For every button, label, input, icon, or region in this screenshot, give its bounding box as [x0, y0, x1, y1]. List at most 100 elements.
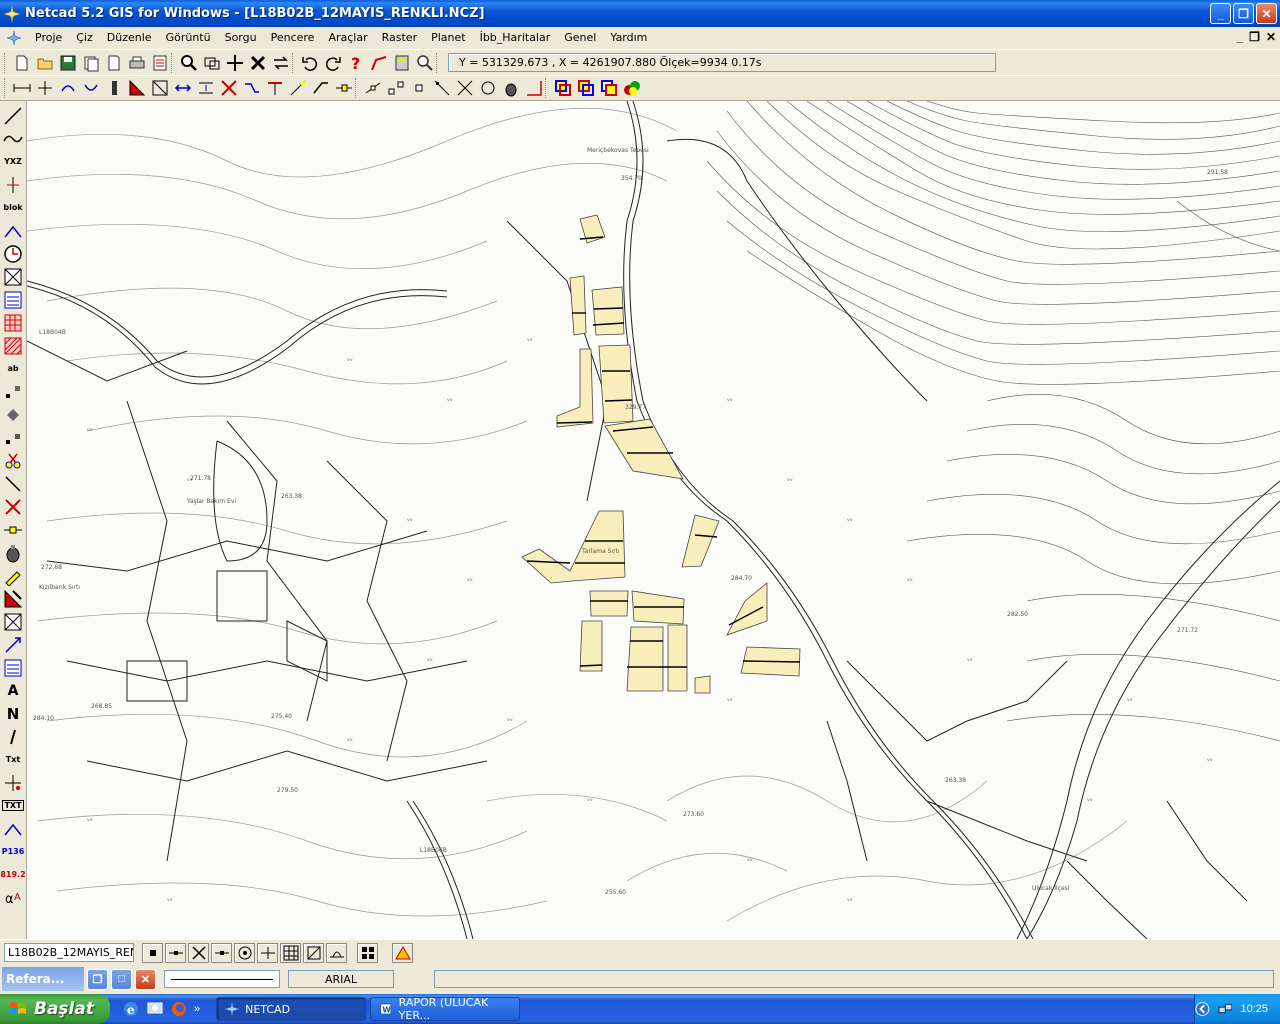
- snap2-button[interactable]: [384, 77, 407, 99]
- redo-button[interactable]: [321, 52, 344, 74]
- txt-box-button[interactable]: TXT: [1, 794, 25, 817]
- save-as-button[interactable]: [79, 52, 102, 74]
- point-tool-button[interactable]: [332, 77, 355, 99]
- back-arrow-icon[interactable]: [1195, 1001, 1210, 1017]
- toolbar-grip[interactable]: [171, 52, 174, 73]
- minimize-button[interactable]: _: [1210, 3, 1231, 24]
- snap-mid-button[interactable]: [211, 942, 232, 963]
- save-button[interactable]: [56, 52, 79, 74]
- mdi-close-button[interactable]: ✕: [1266, 30, 1276, 44]
- txt-small-button[interactable]: Txt: [1, 748, 25, 771]
- warning-button[interactable]: [392, 942, 413, 963]
- snap-left-button[interactable]: [1, 380, 25, 403]
- slash-button[interactable]: [1, 725, 25, 748]
- curve-draw-button[interactable]: [1, 127, 25, 150]
- arc-tool-button[interactable]: [56, 77, 79, 99]
- toolbar-grip[interactable]: [436, 52, 439, 73]
- active-layer-field[interactable]: L18B02B_12MAYIS_RENK: [4, 943, 134, 962]
- menu-genel[interactable]: Genel: [557, 31, 603, 44]
- bomb-button[interactable]: [1, 541, 25, 564]
- point-button[interactable]: [1, 173, 25, 196]
- line-tool-button[interactable]: [10, 77, 33, 99]
- diamond-button[interactable]: [1, 403, 25, 426]
- zoom-window-button[interactable]: [200, 52, 223, 74]
- line-draw-button[interactable]: [1, 104, 25, 127]
- trim-tool-button[interactable]: [263, 77, 286, 99]
- fill-red-button[interactable]: [1, 587, 25, 610]
- menu-ciz[interactable]: Çiz: [69, 31, 100, 44]
- task-netcad[interactable]: NETCAD: [216, 997, 367, 1021]
- corner-button[interactable]: [1, 426, 25, 449]
- ab-button[interactable]: ab: [1, 357, 25, 380]
- internet-explorer-icon[interactable]: e: [122, 1000, 140, 1018]
- zoom-button[interactable]: [177, 52, 200, 74]
- text-a-button[interactable]: A: [1, 679, 25, 702]
- north-button[interactable]: N: [1, 702, 25, 725]
- snap-point-button[interactable]: [142, 942, 163, 963]
- extend-tool-button[interactable]: [286, 77, 309, 99]
- snap5-button[interactable]: [453, 77, 476, 99]
- arc2-tool-button[interactable]: [79, 77, 102, 99]
- polyline-button[interactable]: [367, 52, 390, 74]
- windows-button[interactable]: [357, 942, 378, 963]
- scale-button[interactable]: [1, 633, 25, 656]
- bar-tool-button[interactable]: [102, 77, 125, 99]
- point-on-line-button[interactable]: [1, 518, 25, 541]
- menu-raster[interactable]: Raster: [375, 31, 424, 44]
- snap-line-button[interactable]: [165, 942, 186, 963]
- hatch-button[interactable]: [1, 334, 25, 357]
- snap-cross-button[interactable]: [188, 942, 209, 963]
- mdi-restore-button[interactable]: ❐: [1249, 30, 1260, 44]
- clock[interactable]: 10:25: [1240, 1003, 1268, 1015]
- font-select[interactable]: ARIAL: [288, 970, 394, 988]
- toolbar-grip[interactable]: [355, 78, 358, 98]
- snap3-button[interactable]: [407, 77, 430, 99]
- snap4-button[interactable]: [430, 77, 453, 99]
- menu-proje[interactable]: Proje: [28, 31, 69, 44]
- clock-button[interactable]: [1, 242, 25, 265]
- help-button[interactable]: ?: [344, 52, 367, 74]
- p819-button[interactable]: 819.2: [0, 863, 25, 886]
- toolbar-grip[interactable]: [4, 78, 7, 98]
- mdi-minimize-button[interactable]: _: [1236, 30, 1243, 44]
- dock-restore-button[interactable]: ❐: [87, 968, 108, 990]
- menu-sorgu[interactable]: Sorgu: [218, 31, 264, 44]
- node-down-button[interactable]: [1, 817, 25, 840]
- arrange-button[interactable]: [269, 52, 292, 74]
- task-rapor[interactable]: W RAPOR (ULUCAK YER...: [370, 996, 521, 1022]
- network-icon[interactable]: [1218, 1001, 1233, 1017]
- print-preview-button[interactable]: [102, 52, 125, 74]
- close-button[interactable]: ✕: [1256, 3, 1277, 24]
- dock-maximize-button[interactable]: □: [111, 968, 132, 990]
- ortho-button[interactable]: [303, 942, 324, 963]
- layer1-button[interactable]: [551, 77, 574, 99]
- layer3-button[interactable]: [597, 77, 620, 99]
- menu-araclar[interactable]: Araçlar: [321, 31, 374, 44]
- document-icon[interactable]: [6, 30, 22, 46]
- text-block-button[interactable]: [1, 288, 25, 311]
- p136-button[interactable]: P136: [1, 840, 25, 863]
- toolbar-grip[interactable]: [545, 78, 548, 98]
- menu-pencere[interactable]: Pencere: [264, 31, 322, 44]
- snap8-button[interactable]: [522, 77, 545, 99]
- print-button[interactable]: [125, 52, 148, 74]
- fill-tool-button[interactable]: [125, 77, 148, 99]
- box-tool-button[interactable]: [148, 77, 171, 99]
- new-file-button[interactable]: [10, 52, 33, 74]
- tangent-button[interactable]: [326, 942, 347, 963]
- toolbar-grip[interactable]: [292, 52, 295, 73]
- snap1-button[interactable]: [361, 77, 384, 99]
- maximize-button[interactable]: ❐: [1233, 3, 1254, 24]
- erase-line-button[interactable]: [1, 495, 25, 518]
- snap-perp-button[interactable]: [257, 942, 278, 963]
- toolbar-grip[interactable]: [4, 52, 7, 73]
- undo-button[interactable]: [298, 52, 321, 74]
- search-button[interactable]: [413, 52, 436, 74]
- menu-planet[interactable]: Planet: [424, 31, 472, 44]
- layers-button[interactable]: [148, 52, 171, 74]
- alpha-button[interactable]: αA: [1, 886, 25, 909]
- grid-snap-button[interactable]: [280, 942, 301, 963]
- chamfer-tool-button[interactable]: [309, 77, 332, 99]
- text-input-field[interactable]: [434, 970, 1274, 988]
- stretch-tool-button[interactable]: [171, 77, 194, 99]
